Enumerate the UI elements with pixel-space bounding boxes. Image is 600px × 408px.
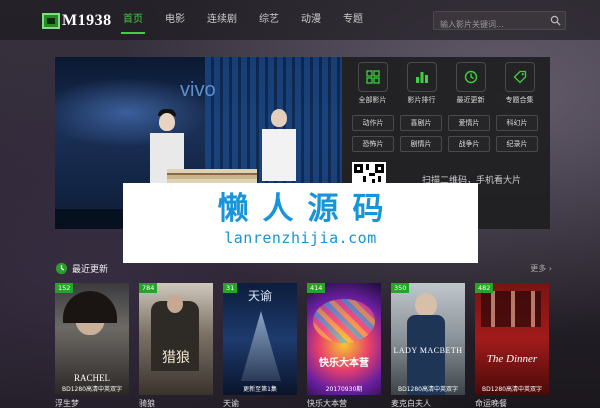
nav-variety[interactable]: 综艺 (248, 0, 290, 40)
genre-grid: 动作片 喜剧片 爱情片 科幻片 恐怖片 剧情片 战争片 纪录片 (352, 115, 542, 152)
nav-series[interactable]: 连续剧 (196, 0, 248, 40)
search-box (433, 11, 566, 33)
episode-badge: 350 (391, 283, 410, 293)
poster-art-title: The Dinner (486, 353, 538, 365)
poster-image (391, 283, 465, 395)
top-header: M1938 首页 电影 连续剧 综艺 动漫 专题 (0, 0, 600, 40)
episode-badge: 784 (139, 283, 158, 293)
poster-art-title: 猎狼 (162, 351, 190, 366)
poster-title[interactable]: 骑狼 (139, 398, 155, 408)
logo-text: M1938 (62, 12, 112, 29)
poster-subtitle: BD1280高清中英双字 (397, 386, 458, 393)
quick-link-label: 最近更新 (456, 96, 485, 104)
episode-badge: 482 (475, 283, 494, 293)
genre-drama[interactable]: 剧情片 (400, 136, 442, 152)
episode-badge: 31 (223, 283, 238, 293)
genre-horror[interactable]: 恐怖片 (352, 136, 394, 152)
poster-title[interactable]: 快乐大本营 (307, 398, 347, 408)
quick-link-latest[interactable]: 最近更新 (449, 57, 493, 112)
poster-art-title: RACHEL (74, 373, 110, 383)
nav-topics[interactable]: 专题 (332, 0, 374, 40)
search-input[interactable] (434, 16, 544, 33)
poster-subtitle: 更新至第1集 (243, 386, 277, 393)
genre-war[interactable]: 战争片 (448, 136, 490, 152)
section-title: 最近更新 (72, 265, 109, 275)
poster-subtitle: 20170930期 (325, 386, 363, 393)
latest-poster-row: RACHEL BD1280高清中英双字 152 猎狼 784 天谕 更新至第1集… (55, 283, 552, 408)
quick-link-ranking[interactable]: 影片排行 (400, 57, 444, 112)
main-nav: 首页 电影 连续剧 综艺 动漫 专题 (112, 0, 374, 40)
poster-subtitle: BD1280高清中英双字 (61, 386, 122, 393)
genre-romance[interactable]: 爱情片 (448, 115, 490, 131)
watermark-url: lanrenzhijia.com (224, 229, 377, 247)
poster-subtitle: BD1280高清中英双字 (481, 386, 542, 393)
nav-movies[interactable]: 电影 (154, 0, 196, 40)
genre-scifi[interactable]: 科幻片 (496, 115, 538, 131)
chevron-right-icon: › (548, 264, 552, 273)
poster-card[interactable]: The Dinner BD1280高清中英双字 482 (475, 283, 549, 395)
search-icon[interactable] (550, 15, 561, 26)
tag-icon (504, 62, 535, 92)
latest-section-header: 最近更新 更多 › (55, 261, 552, 277)
poster-image (475, 283, 549, 395)
watermark-title: 懒人源码 (217, 191, 398, 227)
performer-right (262, 109, 296, 181)
logo-film-icon (42, 13, 60, 29)
poster-title[interactable]: 麦克白夫人 (391, 398, 431, 408)
poster-title[interactable]: 命运晚餐 (475, 398, 507, 408)
poster-art-title: LADY MACBETH (393, 346, 463, 355)
quick-link-label: 专题合集 (505, 96, 534, 104)
genre-comedy[interactable]: 喜剧片 (400, 115, 442, 131)
nav-anime[interactable]: 动漫 (290, 0, 332, 40)
quick-link-label: 影片排行 (407, 96, 436, 104)
quick-links: 全部影片 影片排行 最近更新 专题合集 (342, 57, 550, 112)
more-label: 更多 (530, 264, 547, 273)
site-logo[interactable]: M1938 (42, 11, 112, 31)
poster-title[interactable]: 天谕 (223, 398, 239, 408)
quick-link-label: 全部影片 (358, 96, 387, 104)
quick-link-topics[interactable]: 专题合集 (498, 57, 542, 112)
poster-card[interactable]: 快乐大本营 20170930期 414 (307, 283, 381, 395)
poster-card[interactable]: 天谕 更新至第1集 31 (223, 283, 297, 395)
poster-title[interactable]: 浮生梦 (55, 398, 79, 408)
grid-icon (357, 62, 388, 92)
genre-action[interactable]: 动作片 (352, 115, 394, 131)
poster-card[interactable]: RACHEL BD1280高清中英双字 152 (55, 283, 129, 395)
more-link[interactable]: 更多 › (530, 263, 552, 274)
bar-chart-icon (406, 62, 437, 92)
poster-card[interactable]: 猎狼 784 (139, 283, 213, 395)
poster-image (307, 283, 381, 395)
poster-image (139, 283, 213, 395)
poster-card[interactable]: LADY MACBETH BD1280高清中英双字 350 (391, 283, 465, 395)
nav-home[interactable]: 首页 (112, 0, 154, 40)
poster-art-title: 快乐大本营 (319, 358, 369, 369)
watermark-overlay: 懒人源码 lanrenzhijia.com (123, 183, 478, 263)
latest-clock-icon (55, 262, 68, 275)
banner-brand-text: vivo (180, 79, 216, 101)
quick-link-all[interactable]: 全部影片 (351, 57, 395, 112)
episode-badge: 152 (55, 283, 74, 293)
genre-documentary[interactable]: 纪录片 (496, 136, 538, 152)
episode-badge: 414 (307, 283, 326, 293)
clock-icon (455, 62, 486, 92)
